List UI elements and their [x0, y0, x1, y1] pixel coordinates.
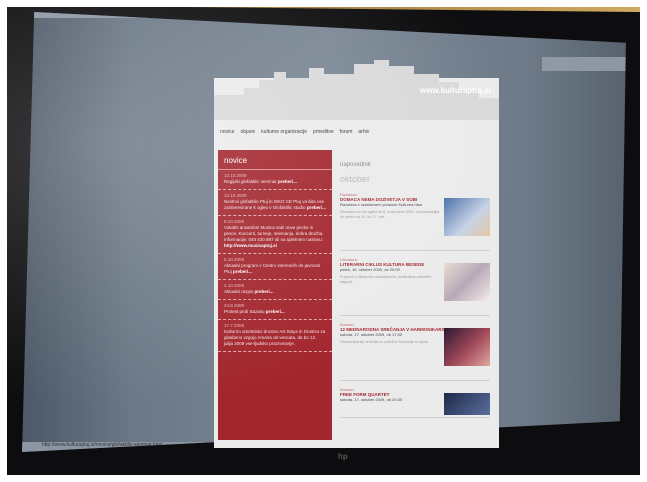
- news-item[interactable]: 17.7.2009 Kulturno umetnisko drustvo Art …: [218, 320, 332, 352]
- nav-item-objave[interactable]: objave: [240, 129, 255, 135]
- news-item[interactable]: 13.10.2009 Regijski glofaktilic seminar p…: [218, 170, 332, 190]
- news-more-link[interactable]: preberi...: [278, 179, 297, 184]
- news-text: Aktualni razpis: [224, 289, 254, 294]
- sidebar-title: novice: [218, 150, 332, 170]
- news-text: Vokalni ansambel Musica vabi nove pevke …: [224, 225, 324, 242]
- news-item[interactable]: 12.10.2009 Nestnvi glofaktilic Ptuj in IS…: [218, 190, 332, 216]
- news-more-link[interactable]: preberi...: [255, 289, 274, 294]
- event-text: Pogovor z literarnim ustvarjalcem, dobit…: [340, 275, 432, 284]
- event-text: Harmonikarski orkester in solisti iz Slo…: [340, 340, 430, 344]
- month-heading: oktober: [340, 174, 371, 184]
- news-text: Protest proti Sazasu: [224, 309, 265, 314]
- event-text: Razstava bo na ogled do 8. novembra 2009…: [340, 210, 440, 219]
- nav-item-arhiv[interactable]: arhiv: [358, 129, 369, 135]
- breadcrumb: napovednik: [340, 162, 371, 168]
- nav-item-organizacije[interactable]: kulturne organizacije: [261, 129, 307, 135]
- photo: http://www.kulturaptuj.si/novice/glofakt…: [0, 0, 647, 482]
- event-thumbnail[interactable]: [444, 263, 490, 301]
- event-item[interactable]: Razstava DOMACA NEMA DOZIVETJA V SOBI Ra…: [340, 192, 490, 251]
- news-item[interactable]: 5.10.2009 Aktualni program v Centru inter…: [218, 254, 332, 280]
- event-item[interactable]: Koncert 12 MEDNARODNA SREČANJA V HARMONI…: [340, 322, 490, 381]
- site-logo[interactable]: www.kulturaptuj.si: [420, 86, 491, 95]
- hp-logo: hp: [338, 452, 348, 461]
- news-item[interactable]: 8.10.2009 Vokalni ansambel Musica vabi no…: [218, 216, 332, 254]
- main-nav: novice objave kulturne organizacije prir…: [220, 129, 490, 135]
- news-text: Kulturno umetnisko drustvo Art Stays in …: [224, 329, 326, 346]
- nav-item-novice[interactable]: novice: [220, 129, 234, 135]
- event-thumbnail[interactable]: [444, 393, 490, 415]
- event-item[interactable]: Literatura LITERARNI CIKLUS KULTURA BESE…: [340, 257, 490, 316]
- browser-toolbar: [542, 57, 626, 71]
- events-column: napovednik oktober Razstava DOMACA NEMA …: [340, 162, 490, 424]
- event-item[interactable]: Koncert FREE FORM QUARTET sobota, 17. ok…: [340, 387, 490, 418]
- nav-item-prireditve[interactable]: prireditve: [313, 129, 334, 135]
- news-more-link[interactable]: preberi...: [233, 269, 252, 274]
- news-more-link[interactable]: preberi...: [307, 205, 326, 210]
- news-more-link[interactable]: preberi...: [266, 309, 285, 314]
- news-text: Regijski glofaktilic seminar: [224, 179, 277, 184]
- news-item[interactable]: 24.9.2009 Protest proti Sazasu preberi...: [218, 300, 332, 320]
- event-thumbnail[interactable]: [444, 198, 490, 236]
- news-more-link[interactable]: http://www.musicaptuj.si: [224, 243, 277, 248]
- nav-item-forum[interactable]: forum: [340, 129, 353, 135]
- news-item[interactable]: 4.10.2009 Aktualni razpis preberi...: [218, 280, 332, 300]
- news-sidebar: novice 13.10.2009 Regijski glofaktilic se…: [218, 150, 332, 440]
- event-thumbnail[interactable]: [444, 328, 490, 366]
